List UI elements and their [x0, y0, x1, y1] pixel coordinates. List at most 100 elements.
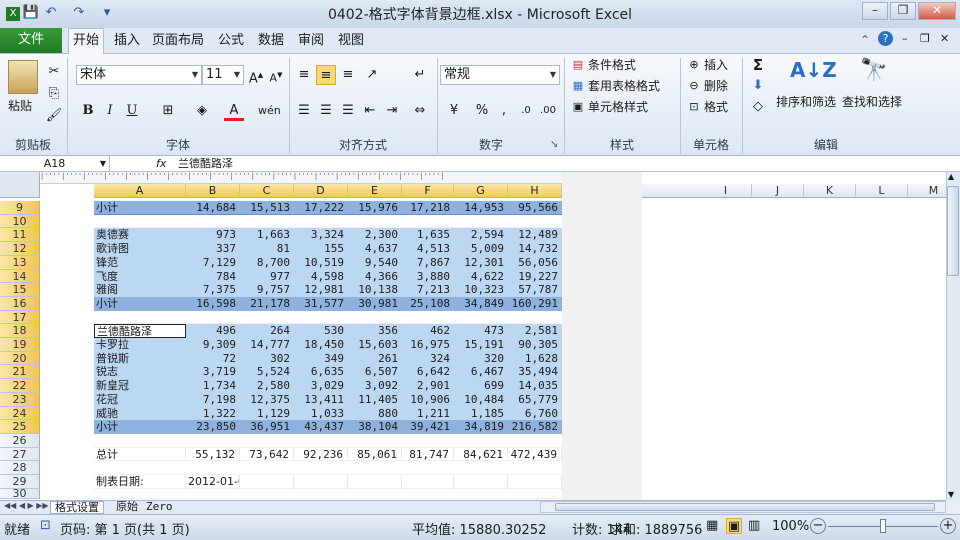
- sheet-tab-zero[interactable]: Zero: [142, 501, 177, 514]
- value-cell[interactable]: 14,732: [508, 242, 562, 256]
- value-cell[interactable]: [508, 215, 562, 228]
- value-cell[interactable]: 2012-01-05: [186, 475, 240, 489]
- underline-icon[interactable]: U: [122, 101, 142, 121]
- fill-icon[interactable]: ⬇: [748, 76, 768, 96]
- value-cell[interactable]: [240, 489, 294, 499]
- value-cell[interactable]: 21,178: [240, 297, 294, 311]
- tab-data[interactable]: 数据: [254, 32, 288, 52]
- value-cell[interactable]: [348, 475, 402, 489]
- value-cell[interactable]: 880: [348, 407, 402, 420]
- value-cell[interactable]: [454, 475, 508, 489]
- value-cell[interactable]: 337: [186, 242, 240, 256]
- align-left-icon[interactable]: ☰: [294, 101, 314, 121]
- table-format-icon[interactable]: ▦: [568, 76, 588, 96]
- value-cell[interactable]: 1,734: [186, 379, 240, 393]
- value-cell[interactable]: 4,637: [348, 242, 402, 256]
- horizontal-scrollbar[interactable]: [540, 501, 946, 513]
- row-label-cell[interactable]: 新皇冠: [94, 379, 186, 393]
- zoom-in-icon[interactable]: +: [940, 518, 956, 534]
- column-header-h[interactable]: H: [508, 184, 562, 198]
- column-header-a[interactable]: A: [94, 184, 186, 198]
- value-cell[interactable]: 1,129: [240, 407, 294, 420]
- column-header-i[interactable]: I: [700, 184, 752, 198]
- value-cell[interactable]: 1,185: [454, 407, 508, 420]
- align-center-icon[interactable]: ☰: [316, 101, 336, 121]
- doc-minimize-icon[interactable]: –: [902, 32, 908, 45]
- cut-icon[interactable]: ✂: [44, 62, 64, 82]
- value-cell[interactable]: 3,719: [186, 365, 240, 379]
- row-label-cell[interactable]: 雅阁: [94, 283, 186, 297]
- value-cell[interactable]: 72: [186, 352, 240, 365]
- tab-formulas[interactable]: 公式: [214, 32, 248, 52]
- minimize-icon[interactable]: –: [862, 2, 888, 20]
- copy-icon[interactable]: ⎘: [44, 84, 64, 104]
- column-header-j[interactable]: J: [752, 184, 804, 198]
- wrap-text-icon[interactable]: ↵: [410, 65, 430, 85]
- value-cell[interactable]: [508, 475, 562, 489]
- row-label-cell[interactable]: 普锐斯: [94, 352, 186, 365]
- value-cell[interactable]: 3,029: [294, 379, 348, 393]
- sort-filter-button[interactable]: 排序和筛选: [776, 92, 836, 112]
- row-header-23[interactable]: 23: [0, 393, 40, 407]
- value-cell[interactable]: [454, 311, 508, 324]
- paste-button[interactable]: 粘贴: [8, 96, 32, 116]
- value-cell[interactable]: 10,138: [348, 283, 402, 297]
- value-cell[interactable]: 73,642: [240, 448, 294, 461]
- value-cell[interactable]: 160,291: [508, 297, 562, 311]
- value-cell[interactable]: 302: [240, 352, 294, 365]
- sheet-tab-format-settings[interactable]: 格式设置: [50, 501, 104, 514]
- value-cell[interactable]: [402, 434, 454, 448]
- value-cell[interactable]: 3,324: [294, 228, 348, 242]
- normal-view-icon[interactable]: ▦: [706, 518, 718, 533]
- value-cell[interactable]: 7,198: [186, 393, 240, 407]
- sort-filter-icon[interactable]: A↓Z: [790, 58, 837, 90]
- autosum-icon[interactable]: Σ: [748, 55, 768, 75]
- delete-cells-icon[interactable]: ⊖: [684, 76, 704, 96]
- tab-review[interactable]: 审阅: [294, 32, 328, 52]
- value-cell[interactable]: [454, 489, 508, 499]
- row-label-cell[interactable]: 威驰: [94, 407, 186, 420]
- value-cell[interactable]: 12,489: [508, 228, 562, 242]
- tab-page-layout[interactable]: 页面布局: [148, 32, 208, 52]
- value-cell[interactable]: 30,981: [348, 297, 402, 311]
- value-cell[interactable]: 14,684: [186, 201, 240, 215]
- value-cell[interactable]: [294, 461, 348, 475]
- align-right-icon[interactable]: ☰: [338, 101, 358, 121]
- value-cell[interactable]: [294, 434, 348, 448]
- value-cell[interactable]: 19,227: [508, 270, 562, 283]
- row-label-cell[interactable]: [94, 434, 186, 448]
- font-size-box[interactable]: 11 ▼: [202, 65, 244, 85]
- orientation-icon[interactable]: ↗: [362, 65, 382, 85]
- value-cell[interactable]: 18,450: [294, 338, 348, 352]
- value-cell[interactable]: 10,519: [294, 256, 348, 270]
- value-cell[interactable]: 36,951: [240, 420, 294, 434]
- value-cell[interactable]: [186, 461, 240, 475]
- value-cell[interactable]: 496: [186, 324, 240, 338]
- value-cell[interactable]: 85,061: [348, 448, 402, 461]
- value-cell[interactable]: 784: [186, 270, 240, 283]
- decrease-indent-icon[interactable]: ⇤: [360, 101, 380, 121]
- row-label-cell[interactable]: 锋范: [94, 256, 186, 270]
- row-label-cell[interactable]: [94, 215, 186, 228]
- value-cell[interactable]: 81,747: [402, 448, 454, 461]
- value-cell[interactable]: 462: [402, 324, 454, 338]
- format-cells-icon[interactable]: ⊡: [684, 97, 704, 117]
- row-header-22[interactable]: 22: [0, 379, 40, 393]
- value-cell[interactable]: 6,507: [348, 365, 402, 379]
- value-cell[interactable]: [402, 215, 454, 228]
- value-cell[interactable]: 15,191: [454, 338, 508, 352]
- value-cell[interactable]: 9,540: [348, 256, 402, 270]
- value-cell[interactable]: 6,760: [508, 407, 562, 420]
- comma-icon[interactable]: ,: [494, 101, 514, 121]
- tab-insert[interactable]: 插入: [110, 32, 144, 52]
- row-label-cell[interactable]: 小计: [94, 297, 186, 311]
- value-cell[interactable]: 12,301: [454, 256, 508, 270]
- value-cell[interactable]: 9,309: [186, 338, 240, 352]
- value-cell[interactable]: 90,305: [508, 338, 562, 352]
- value-cell[interactable]: 55,132: [186, 448, 240, 461]
- column-header-l[interactable]: L: [856, 184, 908, 198]
- close-icon[interactable]: ✕: [918, 2, 956, 20]
- value-cell[interactable]: [294, 475, 348, 489]
- value-cell[interactable]: 4,513: [402, 242, 454, 256]
- number-format-box[interactable]: 常规 ▼: [440, 65, 560, 85]
